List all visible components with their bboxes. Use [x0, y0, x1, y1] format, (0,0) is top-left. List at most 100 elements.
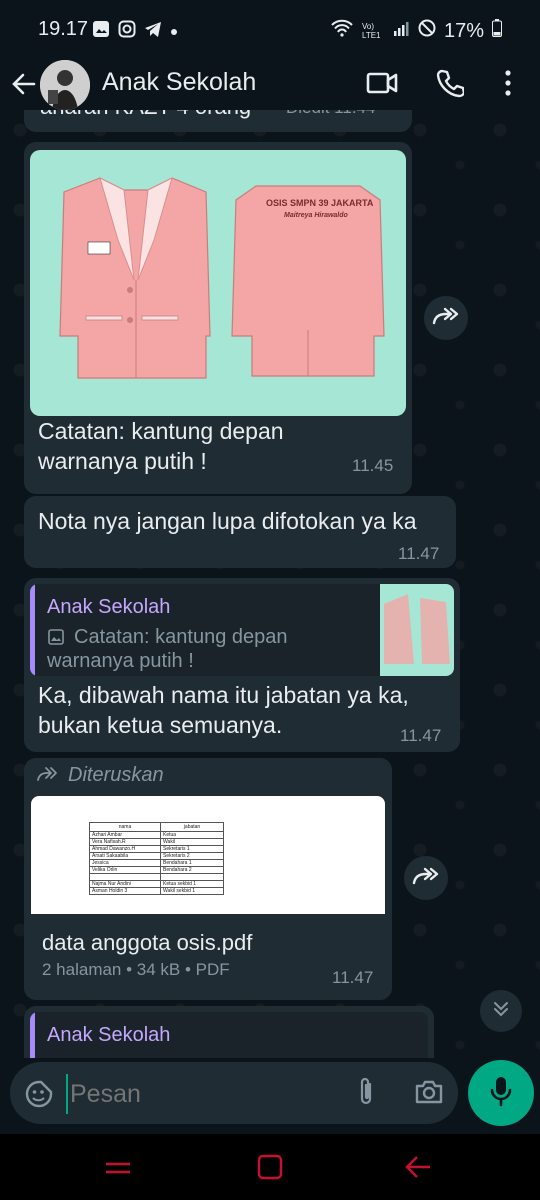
scroll-to-bottom-button[interactable] — [480, 990, 522, 1032]
table-cell: Arsati Sakaabila — [89, 852, 161, 860]
table-cell: Ketua — [160, 831, 224, 839]
chat-area[interactable]: anaran KAZT 4 orang Diedit 11.44 OSIS SM… — [0, 110, 540, 1058]
home-icon[interactable] — [257, 1154, 283, 1185]
table-cell: Sekretaris 1 — [160, 845, 224, 853]
table-cell: Bendahara 2 — [160, 866, 224, 874]
table-cell: Bendahara 1 — [160, 859, 224, 867]
battery-icon — [492, 19, 502, 43]
quoted-text-line-2: warnanya putih ! — [47, 650, 194, 672]
image-message-bubble[interactable]: OSIS SMPN 39 JAKARTA Maitreya Hirawaldo … — [24, 142, 412, 494]
reply-message-bubble[interactable]: Anak Sekolah Catatan: kantung depan warn… — [24, 578, 460, 752]
table-cell — [89, 873, 161, 881]
table-cell: Wakil — [160, 838, 224, 846]
table-row: Azhari Ambar Ketua — [89, 831, 224, 839]
voice-message-button[interactable] — [468, 1060, 534, 1126]
message-time: Diedit 11.44 — [286, 110, 375, 118]
lte-label: Vo) LTE1 — [361, 22, 381, 40]
battery-percent: 17% — [443, 19, 484, 42]
emoji-sticker-icon[interactable] — [24, 1079, 54, 1114]
quote-bar — [30, 1012, 35, 1058]
table-cell: Najma Nur Andini — [89, 880, 161, 888]
document-table: nama jabatan Azhari Ambar Ketua Vera Nafis… — [89, 822, 224, 895]
phone-call-icon[interactable] — [436, 68, 466, 103]
document-preview[interactable]: nama jabatan Azhari Ambar Ketua Vera Nafis… — [31, 796, 385, 914]
chat-header: Anak Sekolah — [0, 58, 540, 110]
telegram-icon — [144, 20, 162, 43]
message-time: 11.45 — [352, 456, 394, 475]
message-bubble-nota[interactable]: Nota nya jangan lupa difotokan ya ka 11.… — [24, 496, 456, 568]
table-cell: Asman Holdin 3 — [89, 887, 161, 895]
table-row: Najma Nur Andini Ketua sekbid 1 — [89, 880, 224, 888]
reply-text-line-1: Ka, dibawah nama itu jabatan ya ka, — [38, 682, 409, 708]
document-message-bubble[interactable]: Diteruskan nama jabatan Azhari Ambar Ketu… — [24, 758, 392, 1000]
jacket-design-image — [59, 177, 385, 379]
image-caption-line-2: warnanya putih ! — [38, 448, 207, 474]
avatar[interactable] — [40, 60, 90, 110]
signal-icon — [392, 19, 410, 43]
table-cell: Azhari Ambar — [89, 831, 161, 839]
forward-button[interactable] — [424, 296, 468, 340]
table-cell — [160, 873, 224, 881]
table-cell: Sekretaris 2 — [160, 852, 224, 860]
table-row: Asman Holdin 3 Wakil sekbid 1 — [89, 887, 224, 895]
jacket-back-title: OSIS SMPN 39 JAKARTA — [266, 198, 374, 208]
quoted-thumbnail — [380, 584, 454, 676]
more-options-icon[interactable] — [502, 68, 514, 103]
table-row: Jessica Bendahara 1 — [89, 859, 224, 867]
reply-text-line-2: bukan ketua semuanya. — [38, 712, 283, 738]
quote-bar — [30, 584, 35, 676]
forwarded-label: Diteruskan — [68, 764, 164, 786]
quoted-sender: Anak Sekolah — [47, 596, 171, 618]
document-meta: 2 halaman • 34 kB • PDF — [42, 960, 230, 979]
image-caption-line-1: Catatan: kantung depan — [38, 418, 284, 444]
forward-button[interactable] — [404, 856, 448, 900]
message-input[interactable] — [66, 1074, 342, 1114]
message-time: 11.47 — [400, 726, 442, 745]
quoted-sender: Anak Sekolah — [47, 1024, 171, 1046]
back-icon[interactable] — [404, 1154, 432, 1185]
wifi-icon — [330, 18, 354, 44]
contact-name[interactable]: Anak Sekolah — [102, 68, 256, 97]
table-row — [89, 873, 224, 881]
instagram-icon — [118, 20, 136, 43]
back-arrow-icon[interactable] — [10, 70, 38, 103]
table-cell: Ahmad Dawanzo.H — [89, 845, 161, 853]
table-row: Velika Orlin Bendahara 2 — [89, 866, 224, 874]
message-input-bar — [10, 1062, 458, 1124]
status-time: 19.17 — [38, 18, 89, 40]
table-header-row: nama jabatan — [89, 822, 224, 832]
message-text: Nota nya jangan lupa difotokan ya ka — [38, 508, 417, 534]
table-cell: Jessica — [89, 859, 161, 867]
status-notification-icons — [92, 20, 178, 43]
double-chevron-down-icon — [492, 1000, 510, 1023]
message-text: anaran KAZT 4 orang — [40, 110, 251, 122]
table-cell: Ketua sekbid 1 — [160, 880, 224, 888]
quoted-text-line-1: Catatan: kantung depan — [74, 626, 288, 648]
dnd-icon — [418, 19, 436, 43]
table-row: Vera Nafisah.R Wakil — [89, 838, 224, 846]
quoted-message[interactable]: Anak Sekolah Catatan: kantung depan warn… — [30, 584, 454, 676]
status-bar: 19.17 Vo) LTE1 17% — [0, 0, 540, 58]
forward-icon — [411, 866, 441, 891]
table-row: Arsati Sakaabila Sekretaris 2 — [89, 852, 224, 860]
recent-apps-icon[interactable] — [104, 1156, 132, 1185]
camera-icon[interactable] — [414, 1078, 444, 1111]
gallery-icon — [92, 20, 110, 43]
message-bubble-partial-top[interactable]: anaran KAZT 4 orang Diedit 11.44 — [24, 110, 412, 132]
system-navigation-bar — [0, 1134, 540, 1200]
attachment-icon[interactable] — [356, 1076, 376, 1113]
dot-icon — [170, 23, 178, 41]
message-time: 11.47 — [332, 968, 374, 987]
jacket-back-name: Maitreya Hirawaldo — [284, 212, 348, 219]
image-small-icon — [47, 628, 65, 651]
forwarded-icon — [36, 766, 60, 787]
table-cell: Wakil sekbid 1 — [160, 887, 224, 895]
table-header-cell: jabatan — [160, 822, 224, 832]
message-bubble-partial-bottom[interactable]: Anak Sekolah — [24, 1006, 434, 1058]
video-call-icon[interactable] — [366, 70, 398, 101]
quoted-message: Anak Sekolah — [30, 1012, 428, 1058]
document-filename: data anggota osis.pdf — [42, 930, 253, 955]
image-attachment[interactable]: OSIS SMPN 39 JAKARTA Maitreya Hirawaldo — [30, 150, 406, 416]
message-time: 11.47 — [398, 544, 440, 563]
table-row: Ahmad Dawanzo.H Sekretaris 1 — [89, 845, 224, 853]
